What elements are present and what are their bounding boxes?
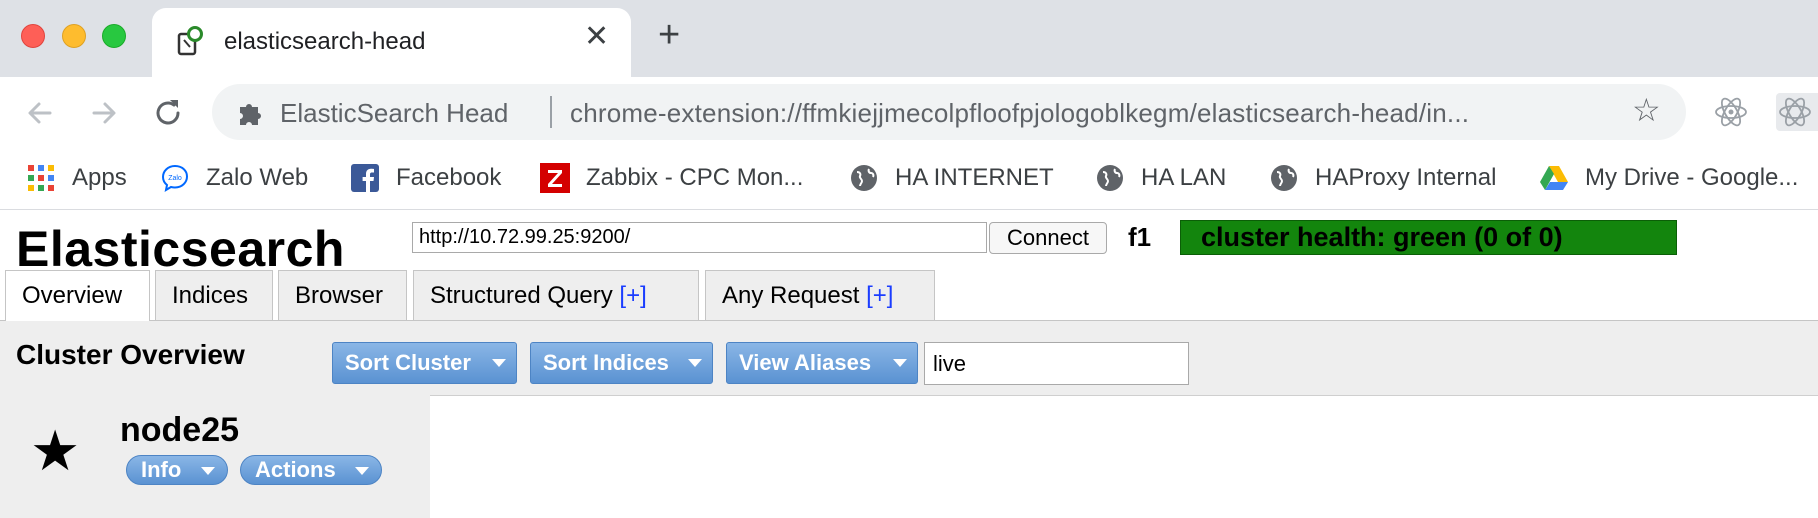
bookmark-star-icon[interactable]: ☆ [1632,94,1661,126]
bookmark-label: HAProxy Internal [1315,164,1497,191]
facebook-icon [351,164,379,192]
extension-icon[interactable] [1776,93,1818,131]
apps-grid-icon [28,165,54,191]
bookmark-ha-lan[interactable]: HA LAN [1095,161,1226,195]
tab-label: Any Request [722,282,867,309]
bookmark-haproxy-internal[interactable]: HAProxy Internal [1269,161,1496,195]
maximize-window-button[interactable] [102,24,126,48]
sort-cluster-button[interactable]: Sort Cluster [332,342,517,384]
chevron-down-icon [492,359,506,367]
tab-label: Structured Query [430,282,620,309]
bookmark-label: Apps [72,164,127,191]
cluster-overview-toolbar: Cluster Overview Sort Cluster Sort Indic… [0,321,1818,396]
elasticsearch-head-icon [177,26,203,56]
button-label: View Aliases [739,350,872,375]
node-info-button[interactable]: Info [126,455,228,485]
close-tab-icon[interactable]: ✕ [584,22,609,52]
elasticsearch-head-page: Elasticsearch Connect f1 cluster health:… [0,210,1818,518]
new-tab-button[interactable]: + [658,16,680,54]
index-filter-input[interactable] [924,342,1189,385]
sort-indices-button[interactable]: Sort Indices [530,342,713,384]
bookmark-label: Zalo Web [206,164,309,191]
tab-structured-query[interactable]: Structured Query [+] [413,270,699,320]
node-name: node25 [120,411,240,449]
tab-label: Overview [22,282,123,309]
globe-icon [851,165,877,191]
reload-icon[interactable] [150,95,186,131]
tab-title: elasticsearch-head [224,28,426,55]
tab-label: Indices [172,282,249,309]
zalo-icon: Zalo [161,164,189,193]
google-drive-icon [1540,166,1568,190]
cluster-name: f1 [1128,222,1152,252]
react-devtools-icon[interactable] [1712,93,1750,131]
back-arrow-icon[interactable] [22,95,58,131]
tab-plus[interactable]: [+] [619,282,646,309]
button-label: Sort Cluster [345,350,471,375]
forward-arrow-icon[interactable] [86,95,122,131]
node-panel: ★ node25 Info Actions [0,395,430,518]
svg-text:Zalo: Zalo [168,175,182,182]
chevron-down-icon [688,359,702,367]
bookmark-zabbix[interactable]: Zabbix - CPC Mon... [540,161,803,195]
address-bar[interactable]: ElasticSearch Head chrome-extension://ff… [212,84,1686,140]
bookmark-label: Zabbix - CPC Mon... [586,164,804,191]
tab-plus[interactable]: [+] [866,282,893,309]
bookmark-ha-internet[interactable]: HA INTERNET [849,161,1054,195]
bookmark-apps[interactable]: Apps [26,161,127,195]
button-label: Info [141,457,182,482]
tab-indices[interactable]: Indices [155,270,273,320]
main-tabs: Overview Indices Browser Structured Quer… [0,268,1818,322]
star-icon: ★ [30,419,81,482]
bookmark-label: HA LAN [1141,164,1227,191]
chevron-down-icon [201,467,215,475]
browser-tab[interactable]: elasticsearch-head ✕ [152,8,631,77]
button-label: Actions [255,457,336,482]
button-label: Sort Indices [543,350,669,375]
extension-puzzle-icon [240,104,261,125]
site-name: ElasticSearch Head [280,98,509,128]
cluster-overview-title: Cluster Overview [16,339,245,370]
chevron-down-icon [355,467,369,475]
bookmark-my-drive[interactable]: My Drive - Google... [1539,161,1798,195]
bookmarks-bar: Apps Zalo Zalo Web Facebook Zabbix - CPC… [0,147,1818,210]
connect-button[interactable]: Connect [989,222,1107,254]
minimize-window-button[interactable] [62,24,86,48]
tab-label: Browser [295,282,384,309]
globe-icon [1097,165,1123,191]
bookmark-zalo-web[interactable]: Zalo Zalo Web [160,161,308,195]
omnibox-separator [550,96,552,128]
bookmark-label: My Drive - Google... [1585,164,1799,191]
bookmark-label: HA INTERNET [895,164,1054,191]
cluster-health-badge: cluster health: green (0 of 0) [1180,220,1677,255]
bookmark-facebook[interactable]: Facebook [350,161,501,195]
view-aliases-button[interactable]: View Aliases [726,342,918,384]
tab-browser[interactable]: Browser [278,270,407,320]
browser-toolbar: ElasticSearch Head chrome-extension://ff… [0,77,1818,147]
chevron-down-icon [893,359,907,367]
globe-icon [1271,165,1297,191]
node-actions-button[interactable]: Actions [240,455,382,485]
cluster-url-input[interactable] [412,222,987,253]
close-window-button[interactable] [21,24,45,48]
tab-overview[interactable]: Overview [5,270,150,322]
bookmark-label: Facebook [396,164,502,191]
browser-titlebar: elasticsearch-head ✕ + [0,0,1818,77]
tab-any-request[interactable]: Any Request [+] [705,270,935,320]
zabbix-icon [540,163,570,193]
url-text[interactable]: chrome-extension://ffmkiejjmecolpfloofpj… [570,98,1469,129]
